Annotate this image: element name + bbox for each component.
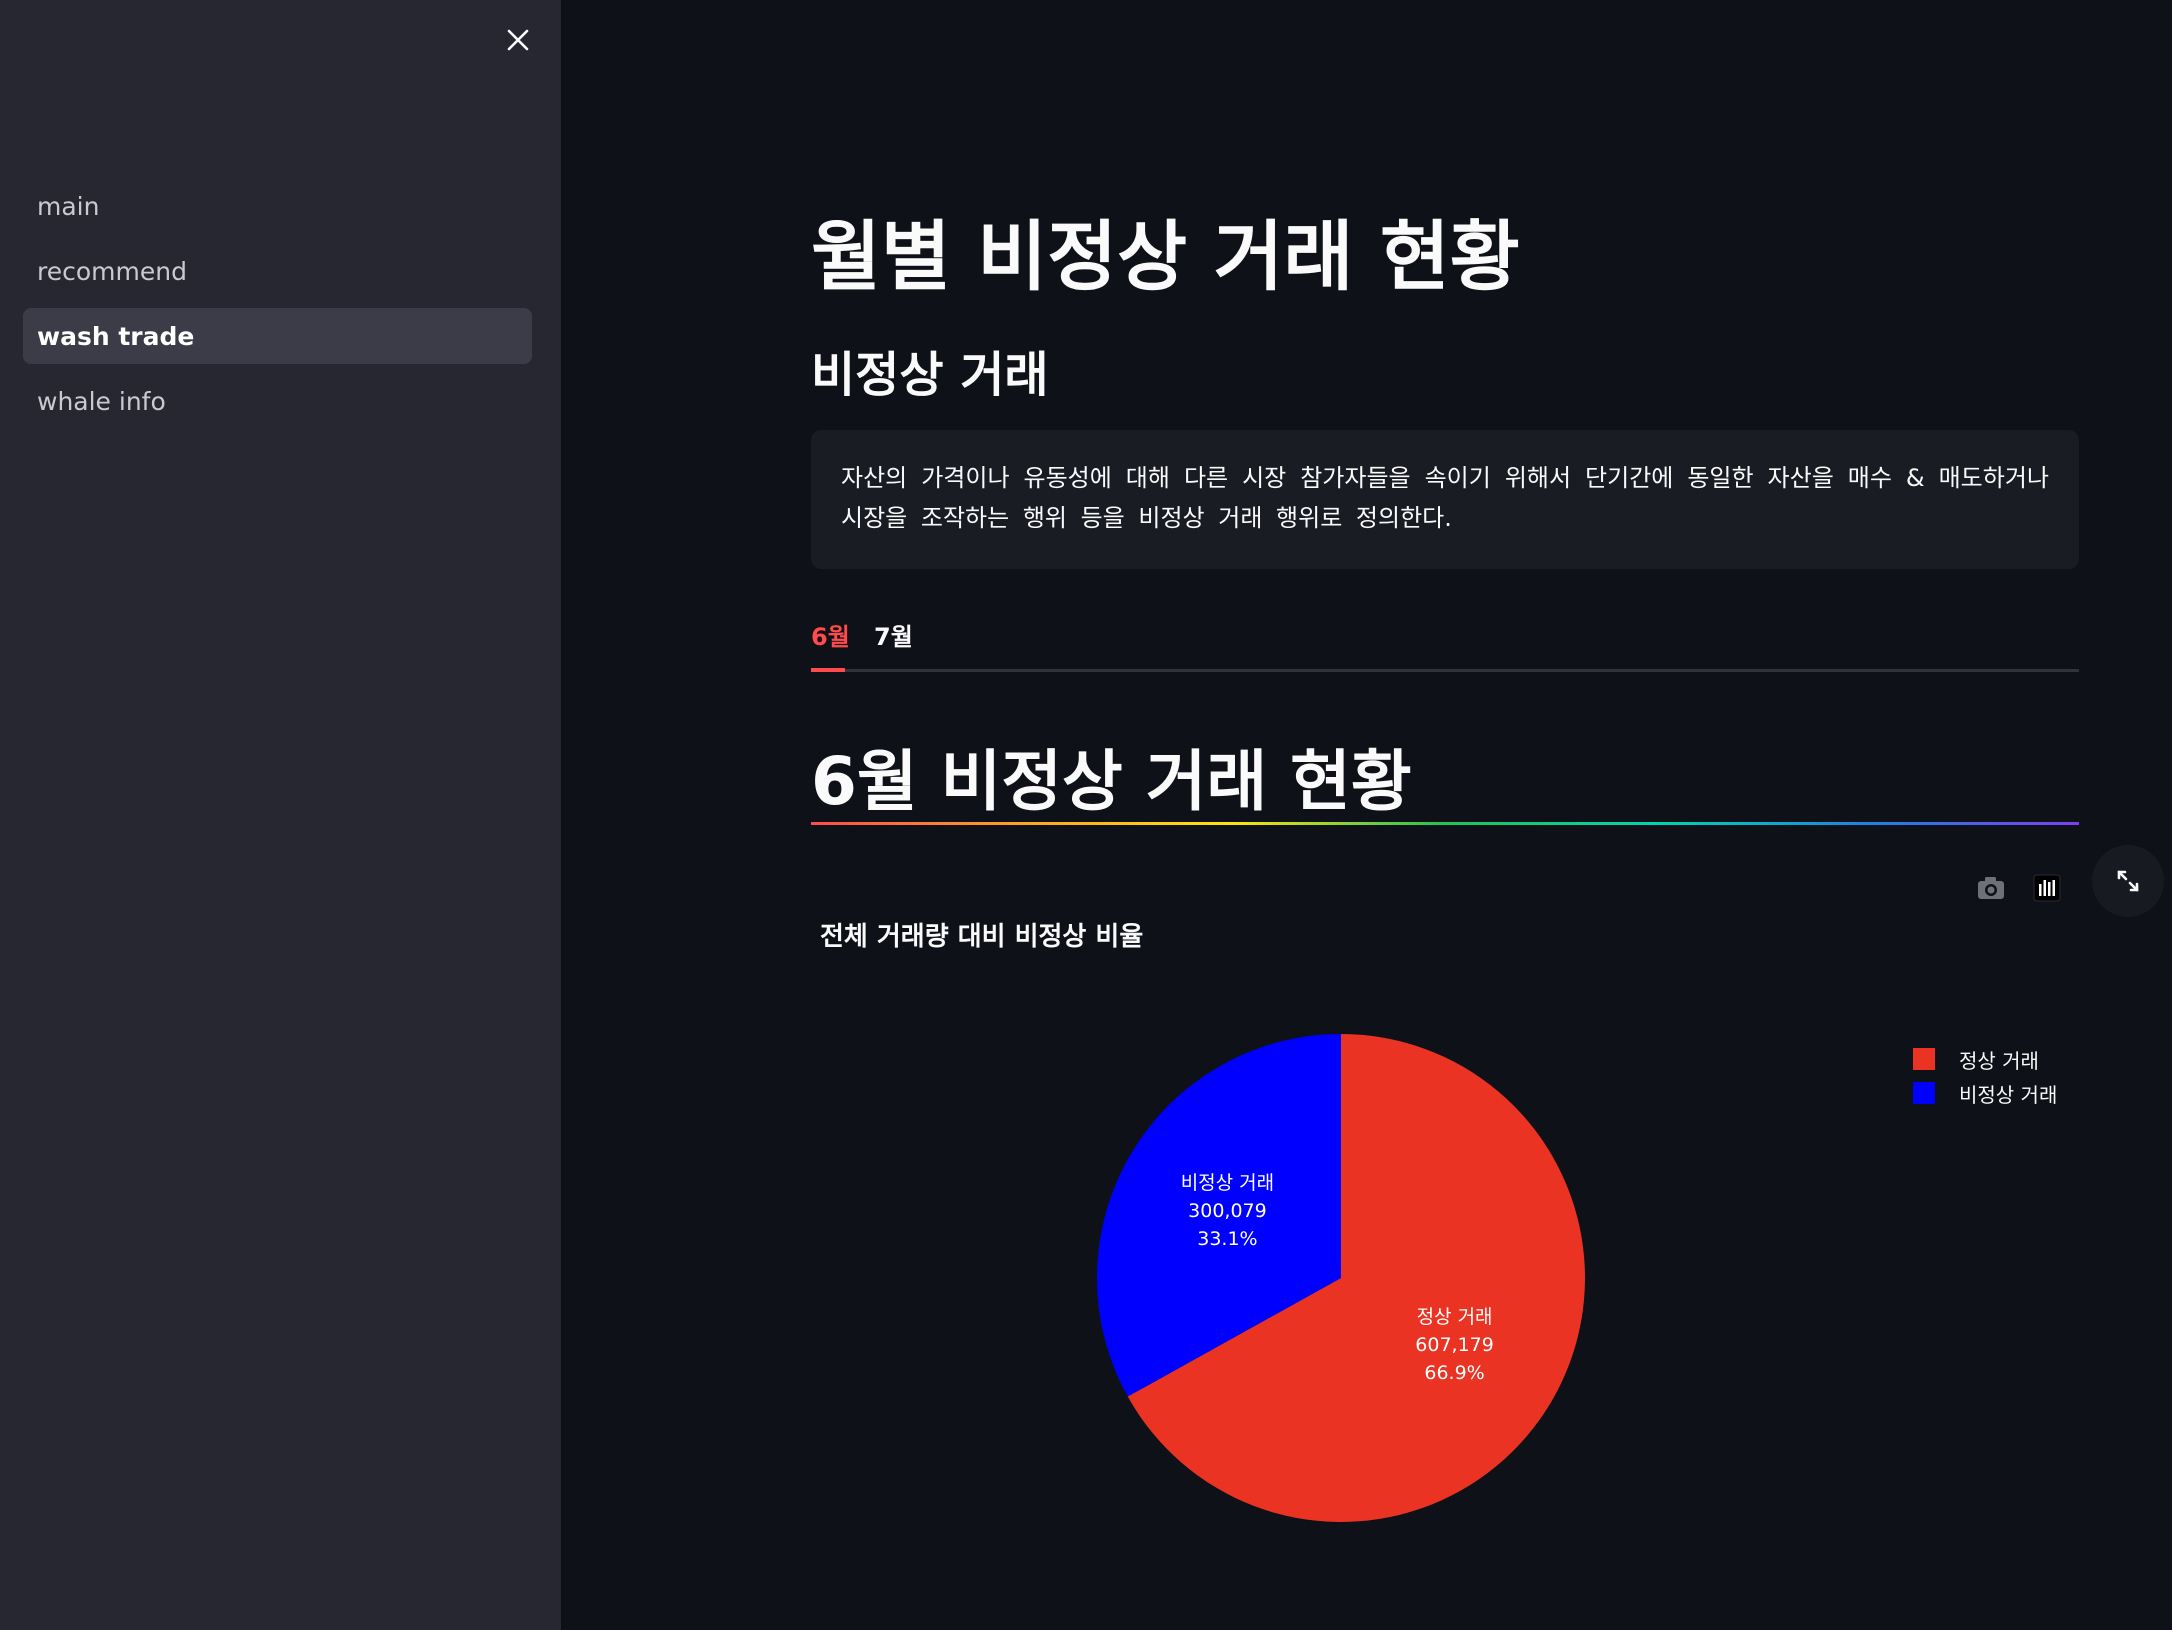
slice-label-name: 비정상 거래 <box>1181 1172 1274 1194</box>
main-content: 월별 비정상 거래 현황 비정상 거래 자산의 가격이나 유동성에 대해 다른 … <box>561 0 2172 1630</box>
tabs-divider <box>811 669 2079 672</box>
tab-july[interactable]: 7월 <box>874 617 913 652</box>
legend-swatch <box>1913 1048 1935 1070</box>
definition-text: 자산의 가격이나 유동성에 대해 다른 시장 참가자들을 속이기 위해서 단기간… <box>841 464 2049 532</box>
legend-item-normal[interactable]: 정상 거래 <box>1913 1042 2057 1076</box>
pie-chart: 전체 거래량 대비 비정상 비율 정상 거래 607,179 66.9% 비정상… <box>811 858 2079 1588</box>
active-tab-indicator <box>811 668 845 672</box>
month-tabs: 6월 7월 <box>811 612 2079 672</box>
sidebar-item-label: wash trade <box>37 321 195 351</box>
legend-swatch <box>1913 1082 1935 1104</box>
fullscreen-icon <box>2117 870 2139 892</box>
chart-legend: 정상 거래 비정상 거래 <box>1913 1042 2057 1110</box>
page-title: 월별 비정상 거래 현황 <box>811 212 1520 301</box>
sidebar-item-recommend[interactable]: recommend <box>23 243 532 299</box>
sidebar-item-wash-trade[interactable]: wash trade <box>23 308 532 364</box>
slice-label-name: 정상 거래 <box>1417 1306 1493 1328</box>
slice-label-percent: 33.1% <box>1197 1228 1257 1250</box>
section-title: 비정상 거래 <box>811 347 1049 403</box>
slice-label-percent: 66.9% <box>1424 1362 1484 1384</box>
pie-plot: 정상 거래 607,179 66.9% 비정상 거래 300,079 33.1% <box>1097 1034 1585 1522</box>
definition-box: 자산의 가격이나 유동성에 대해 다른 시장 참가자들을 속이기 위해서 단기간… <box>811 430 2079 569</box>
sidebar-item-label: recommend <box>37 256 187 286</box>
fullscreen-button[interactable] <box>2092 845 2164 917</box>
slice-label-value: 607,179 <box>1415 1334 1494 1356</box>
slice-label-value: 300,079 <box>1188 1200 1267 1222</box>
rainbow-divider <box>811 822 2079 825</box>
tab-june[interactable]: 6월 <box>811 617 850 652</box>
legend-label: 비정상 거래 <box>1959 1082 2058 1107</box>
sidebar-item-label: main <box>37 191 100 221</box>
close-sidebar-button[interactable] <box>500 22 536 58</box>
sidebar-item-label: whale info <box>37 386 166 416</box>
legend-item-abnormal[interactable]: 비정상 거래 <box>1913 1076 2057 1110</box>
sidebar: main recommend wash trade whale info <box>0 0 561 1630</box>
legend-label: 정상 거래 <box>1959 1048 2039 1073</box>
sidebar-item-main[interactable]: main <box>23 178 532 234</box>
month-section-title: 6월 비정상 거래 현황 <box>811 743 1412 820</box>
sidebar-item-whale-info[interactable]: whale info <box>23 373 532 429</box>
sidebar-nav: main recommend wash trade whale info <box>23 178 532 438</box>
close-icon <box>507 29 529 51</box>
